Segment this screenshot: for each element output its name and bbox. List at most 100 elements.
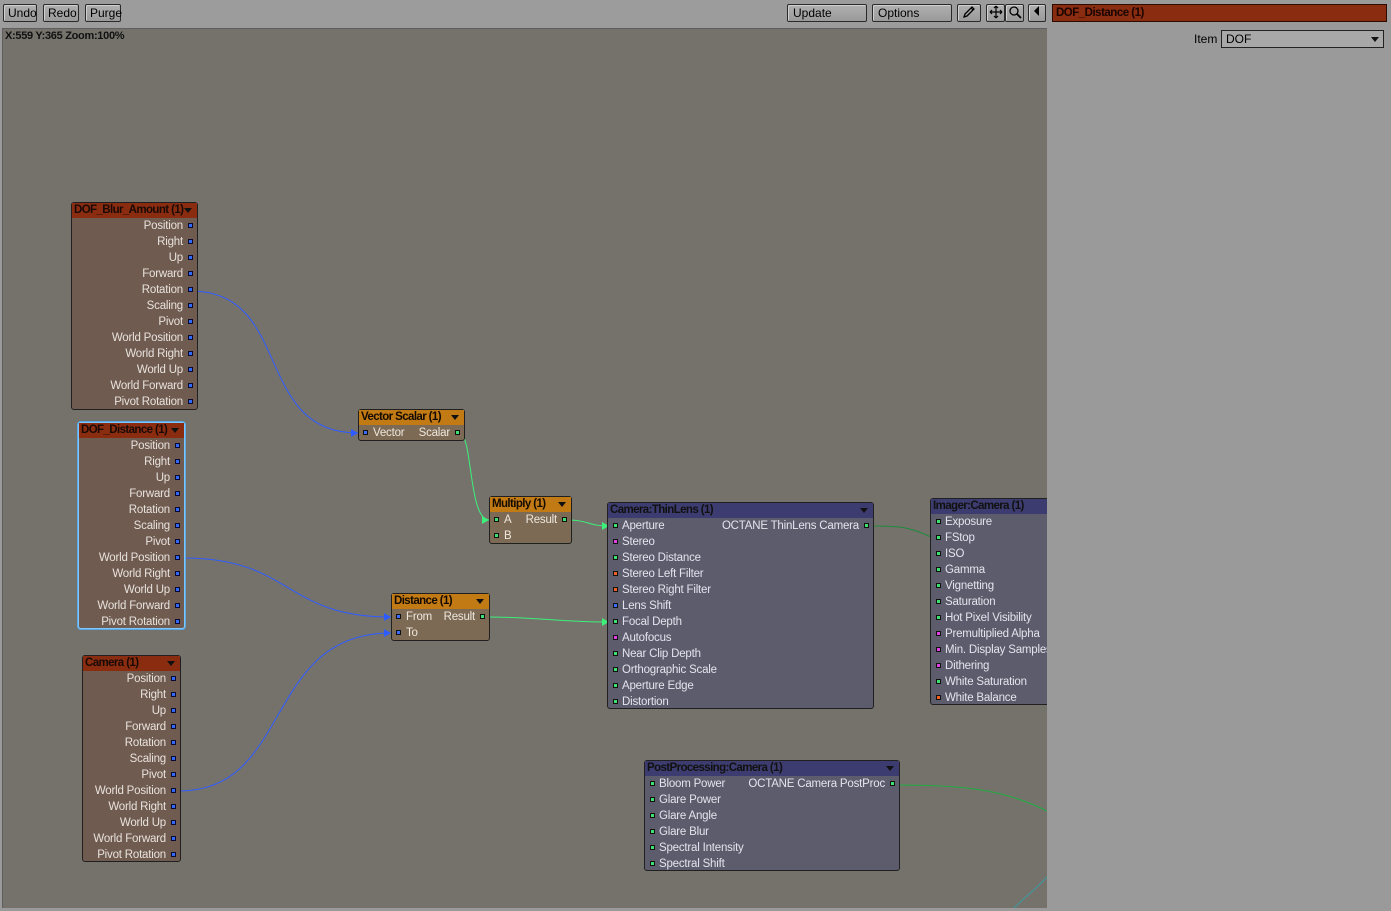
input-row[interactable]: Vignetting [931,578,1047,594]
input-row[interactable]: White Balance [931,690,1047,706]
output-row[interactable]: Pivot Rotation [83,847,180,863]
output-row[interactable]: Right [83,687,180,703]
output-row[interactable]: World Position [83,783,180,799]
output-row[interactable]: Rotation [72,282,197,298]
input-port[interactable] [613,539,618,544]
input-port[interactable] [650,861,655,866]
input-row[interactable]: Focal Depth [608,614,873,630]
output-port-scalar[interactable] [455,430,460,435]
output-port[interactable] [175,491,180,496]
input-row[interactable]: Spectral Intensity [645,840,899,856]
output-port[interactable] [188,383,193,388]
input-row[interactable]: Lens Shift [608,598,873,614]
node-distance[interactable]: Distance (1) From Result To [391,593,490,641]
zoom-magnifier-icon[interactable] [1005,4,1024,22]
input-port[interactable] [613,635,618,640]
node-imager-camera[interactable]: Imager:Camera (1) Exposure FStop ISO Gam… [930,498,1047,705]
input-port[interactable] [936,535,941,540]
update-button[interactable]: Update [787,4,867,22]
output-row[interactable]: Forward [83,719,180,735]
node-header[interactable]: Imager:Camera (1) [931,499,1047,514]
dropdown-arrow-icon[interactable] [184,208,192,213]
input-row[interactable]: Min. Display Samples [931,642,1047,658]
output-port[interactable] [175,587,180,592]
node-header[interactable]: DOF_Blur_Amount (1) [72,203,197,218]
chevron-down-icon[interactable] [1371,37,1379,42]
node-header[interactable]: Camera (1) [83,656,180,671]
node-camera-item[interactable]: Camera (1) Position Right Up Forward Rot… [82,655,181,862]
output-port[interactable] [188,351,193,356]
output-row[interactable]: Position [83,671,180,687]
output-port[interactable] [171,756,176,761]
input-row[interactable]: Premultiplied Alpha [931,626,1047,642]
dropdown-arrow-icon[interactable] [860,508,868,513]
output-row[interactable]: Up [83,703,180,719]
input-port[interactable] [613,667,618,672]
node-header[interactable]: Camera:ThinLens (1) [608,503,873,518]
node-header[interactable]: Distance (1) [392,594,489,609]
output-port[interactable] [188,399,193,404]
output-row[interactable]: Up [79,470,184,486]
node-editor-canvas[interactable]: X:559 Y:365 Zoom:100% DOF_Blur_Amount (1… [2,28,1047,909]
output-row[interactable]: Forward [79,486,184,502]
input-port-vector[interactable] [363,430,368,435]
output-port-result[interactable] [562,517,567,522]
input-port-to[interactable] [396,630,401,635]
output-row[interactable]: World Forward [83,831,180,847]
edit-pencil-icon[interactable] [957,4,981,22]
input-port[interactable] [613,619,618,624]
output-row[interactable]: Scaling [72,298,197,314]
output-row[interactable]: Forward [72,266,197,282]
node-multiply[interactable]: Multiply (1) A Result B [489,496,572,544]
input-port[interactable] [650,813,655,818]
output-row[interactable]: World Up [79,582,184,598]
input-row[interactable]: Glare Power [645,792,899,808]
output-port[interactable] [175,475,180,480]
input-row[interactable]: Stereo Left Filter [608,566,873,582]
input-row[interactable]: Glare Angle [645,808,899,824]
node-vector-scalar[interactable]: Vector Scalar (1) Vector Scalar [358,409,465,441]
input-port[interactable] [936,663,941,668]
input-port[interactable] [613,683,618,688]
input-port[interactable] [936,615,941,620]
dropdown-arrow-icon[interactable] [558,502,566,507]
output-port[interactable] [175,507,180,512]
output-port[interactable] [188,239,193,244]
input-port[interactable] [650,845,655,850]
output-row[interactable]: World Position [79,550,184,566]
output-port[interactable] [171,724,176,729]
output-port[interactable] [171,692,176,697]
item-dropdown[interactable]: DOF [1221,30,1384,48]
input-row[interactable]: White Saturation [931,674,1047,690]
redo-button[interactable]: Redo [43,4,79,22]
input-port-a[interactable] [494,517,499,522]
input-port-b[interactable] [494,533,499,538]
output-port[interactable] [188,335,193,340]
output-port[interactable] [175,539,180,544]
input-port[interactable] [936,567,941,572]
output-row[interactable]: Scaling [83,751,180,767]
input-row[interactable]: Aperture Edge [608,678,873,694]
dropdown-arrow-icon[interactable] [167,661,175,666]
input-port[interactable] [650,797,655,802]
output-port[interactable] [188,255,193,260]
node-header[interactable]: Multiply (1) [490,497,571,512]
input-port[interactable] [613,699,618,704]
output-row[interactable]: World Right [79,566,184,582]
input-port[interactable] [936,551,941,556]
output-port[interactable] [175,603,180,608]
output-port[interactable] [171,836,176,841]
output-row[interactable]: Right [72,234,197,250]
input-row[interactable]: Bloom Power OCTANE Camera PostProc [645,776,899,792]
output-port[interactable] [171,740,176,745]
output-port[interactable] [188,303,193,308]
undo-button[interactable]: Undo [3,4,37,22]
purge-button[interactable]: Purge [85,4,122,22]
input-port[interactable] [650,781,655,786]
input-row[interactable]: Hot Pixel Visibility [931,610,1047,626]
collapse-left-icon[interactable] [1028,4,1046,22]
input-row[interactable]: Distortion [608,694,873,710]
output-port[interactable] [188,223,193,228]
input-port[interactable] [936,519,941,524]
output-port[interactable] [890,781,895,786]
